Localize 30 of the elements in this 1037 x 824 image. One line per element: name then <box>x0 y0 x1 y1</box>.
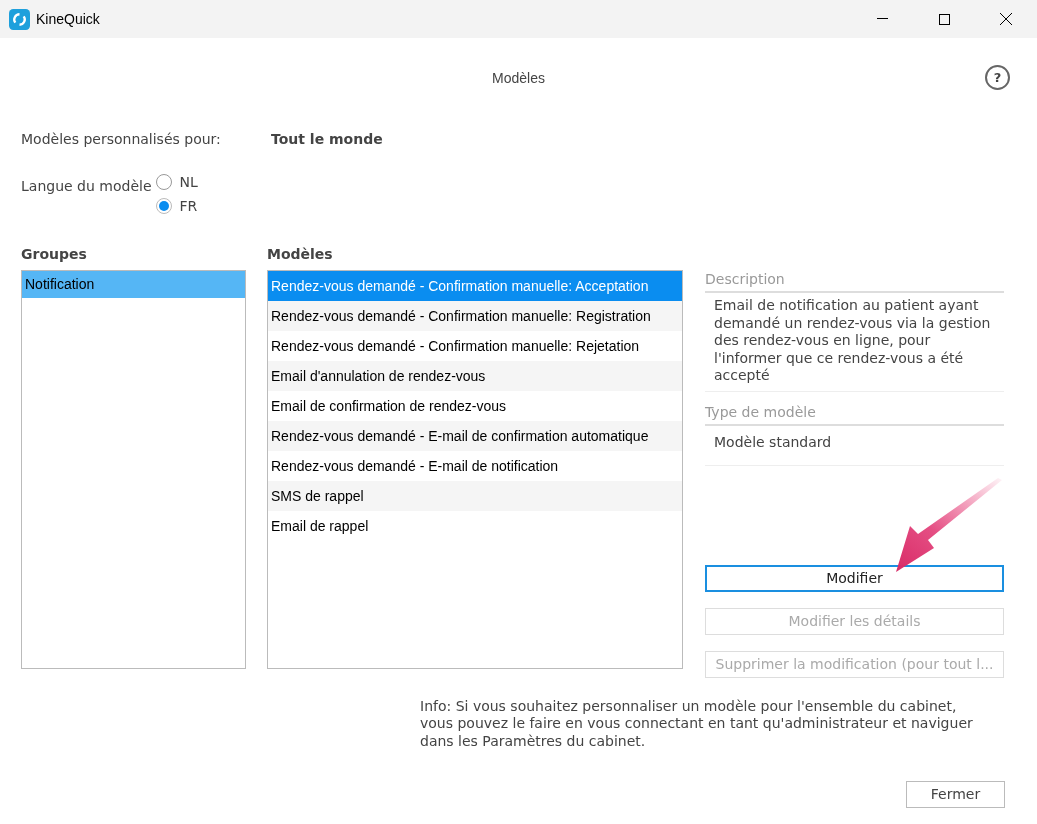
dialog-title: Modèles <box>492 68 545 88</box>
field-value: Tout le monde <box>271 129 383 149</box>
list-item[interactable]: Notification <box>22 271 245 298</box>
window-title: KineQuick <box>36 9 100 29</box>
model-type-text: Modèle standard <box>705 425 1004 466</box>
list-item[interactable]: SMS de rappel <box>268 481 682 511</box>
list-item[interactable]: Email d'annulation de rendez-vous <box>268 361 682 391</box>
list-item[interactable]: Email de rappel <box>268 511 682 541</box>
field-label: Description <box>705 269 1004 293</box>
field-label: Langue du modèle <box>21 177 152 196</box>
list-item[interactable]: Rendez-vous demandé - E-mail de notification <box>268 451 682 481</box>
close-icon <box>1000 13 1012 25</box>
close-dialog-button[interactable]: Fermer <box>906 781 1005 808</box>
field-label: Modèles personnalisés pour: <box>21 129 222 149</box>
description-text: Email de notification au patient ayant demandé un rendez-vous via la gestion des rendez-vous en ligne, pour l'informer que ce rendez-vous a été accepté <box>705 293 1004 392</box>
list-item[interactable]: Email de confirmation de rendez-vous <box>268 391 682 421</box>
section-heading: Modèles <box>267 245 334 264</box>
radio-option[interactable]: NL <box>155 172 198 192</box>
maximize-icon <box>938 13 950 25</box>
field-label: Type de modèle <box>705 401 1004 426</box>
list-item[interactable]: Rendez-vous demandé - Confirmation manuelle: Registration <box>268 301 682 331</box>
info-text: Info: Si vous souhaitez personnaliser un modèle pour l'ensemble du cabinet, vous pouvez le faire en vous connectant en tant qu'administrateur et naviguer dans les Paramètres du cabinet. <box>420 697 974 750</box>
section-heading: Groupes <box>21 245 88 264</box>
radio-option[interactable]: FR <box>155 196 198 216</box>
minimize-icon <box>876 18 888 20</box>
list-item[interactable]: Rendez-vous demandé - E-mail de confirmation automatique <box>268 421 682 451</box>
help-button[interactable]: ? <box>985 65 1010 90</box>
app-logo-icon <box>9 8 30 30</box>
action-button[interactable]: Modifier <box>705 564 1004 592</box>
list-item[interactable]: Rendez-vous demandé - Confirmation manuelle: Rejetation <box>268 331 682 361</box>
